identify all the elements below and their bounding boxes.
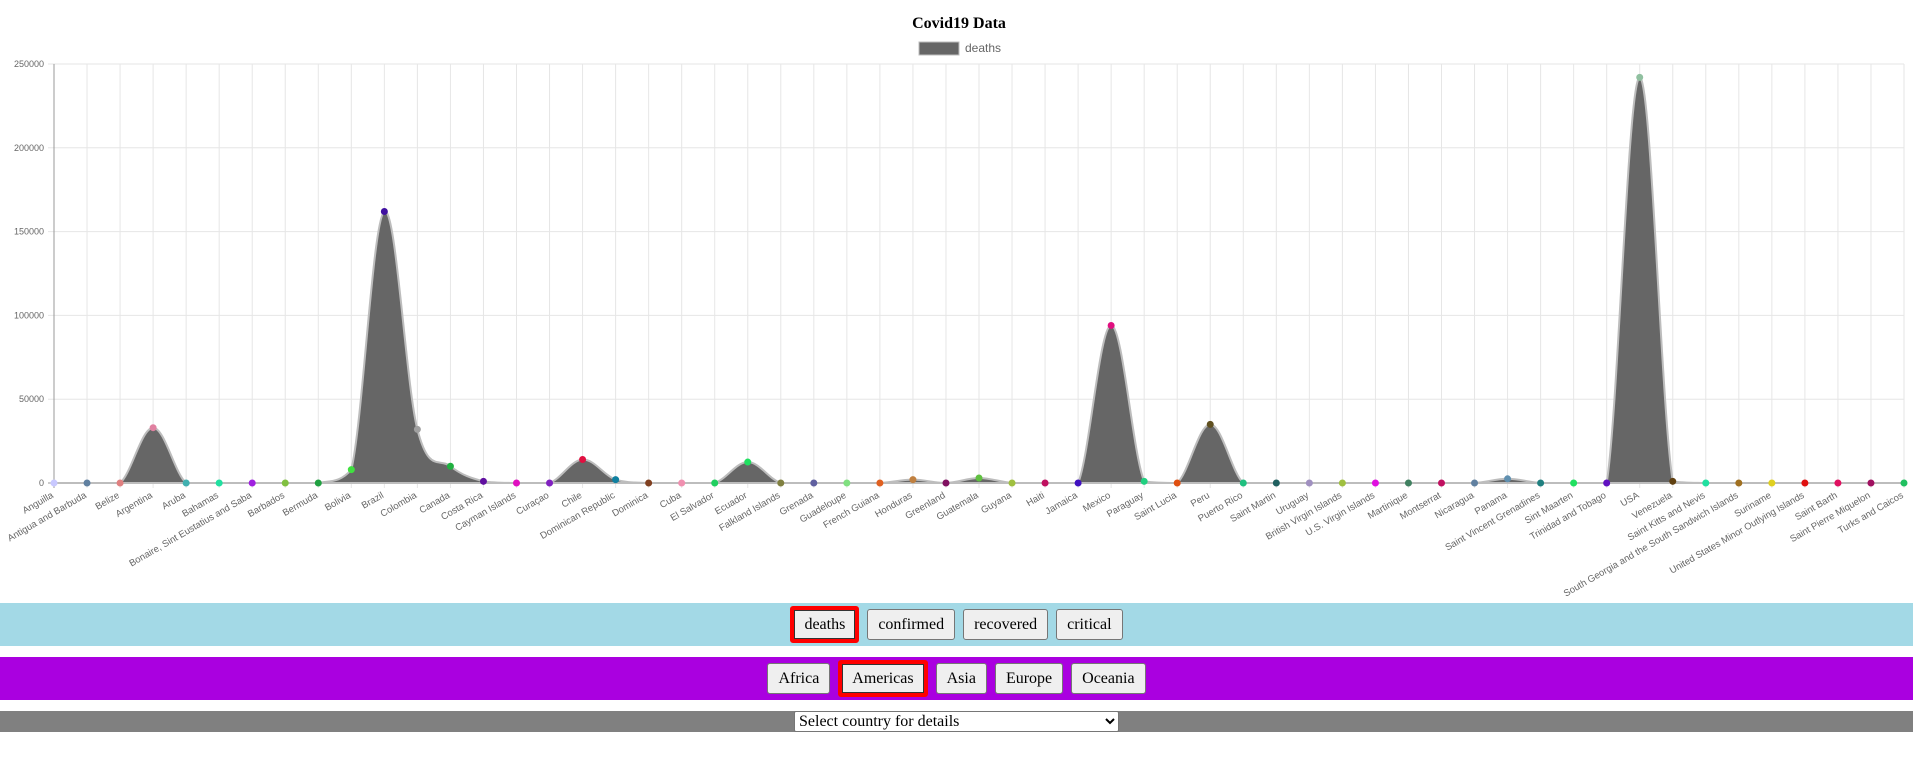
data-point[interactable]	[1404, 479, 1412, 487]
chart-title: Covid19 Data	[912, 15, 1006, 32]
data-point[interactable]	[876, 479, 884, 487]
metric-button-confirmed[interactable]: confirmed	[867, 609, 956, 640]
y-tick-label: 150000	[14, 227, 44, 237]
data-point[interactable]	[612, 476, 620, 484]
y-tick-label: 0	[39, 478, 44, 488]
data-point[interactable]	[248, 479, 256, 487]
data-point[interactable]	[1570, 479, 1578, 487]
data-point[interactable]	[1206, 420, 1214, 428]
data-point[interactable]	[215, 479, 223, 487]
data-point[interactable]	[1338, 479, 1346, 487]
covid-chart: 0 50000 100000 150000 200000 250000 AnguillaA…	[6, 15, 1908, 600]
y-tick-label: 100000	[14, 310, 44, 320]
data-point[interactable]	[909, 476, 917, 484]
data-point[interactable]	[182, 479, 190, 487]
data-point[interactable]	[281, 479, 289, 487]
data-point[interactable]	[1074, 479, 1082, 487]
data-point[interactable]	[843, 479, 851, 487]
data-point[interactable]	[149, 424, 157, 432]
x-tick-label: Barbados	[246, 490, 287, 520]
y-tick-label: 250000	[14, 59, 44, 69]
legend-label-deaths[interactable]: deaths	[965, 41, 1001, 55]
y-axis-ticks: 0 50000 100000 150000 200000 250000	[14, 59, 44, 488]
data-point[interactable]	[645, 479, 653, 487]
legend-swatch-deaths[interactable]	[918, 41, 960, 56]
data-point[interactable]	[413, 425, 421, 433]
data-point[interactable]	[546, 479, 554, 487]
data-point[interactable]	[744, 458, 752, 466]
data-point[interactable]	[116, 479, 124, 487]
data-point[interactable]	[579, 456, 587, 464]
data-point[interactable]	[50, 479, 58, 487]
data-point[interactable]	[1867, 479, 1875, 487]
data-point[interactable]	[810, 479, 818, 487]
data-point[interactable]	[314, 479, 322, 487]
x-tick-label: Colombia	[379, 490, 420, 520]
data-point[interactable]	[1173, 479, 1181, 487]
data-point[interactable]	[347, 466, 355, 474]
metric-button-deaths[interactable]: deaths	[790, 606, 860, 643]
region-button-europe[interactable]: Europe	[994, 663, 1064, 694]
x-tick-label: Dominica	[610, 490, 650, 520]
data-point[interactable]	[1008, 479, 1016, 487]
data-point[interactable]	[1438, 479, 1445, 487]
data-point[interactable]	[1107, 321, 1115, 329]
data-point[interactable]	[1735, 479, 1743, 487]
data-point[interactable]	[1041, 479, 1049, 487]
data-point[interactable]	[975, 474, 983, 482]
data-point[interactable]	[1669, 477, 1677, 485]
data-point[interactable]	[1702, 479, 1710, 487]
data-point[interactable]	[777, 479, 785, 487]
x-tick-label: Jamaica	[1043, 490, 1080, 518]
data-point[interactable]	[1603, 479, 1611, 487]
metric-button-bar: deaths confirmed recovered critical	[0, 603, 1913, 646]
data-point[interactable]	[942, 479, 950, 487]
data-point[interactable]	[513, 479, 520, 487]
x-tick-label: Guyana	[979, 490, 1014, 517]
country-select-bar: Select country for details	[0, 711, 1913, 732]
metric-button-recovered[interactable]: recovered	[963, 609, 1049, 640]
data-point[interactable]	[1140, 477, 1148, 485]
x-tick-label: Bermuda	[281, 490, 321, 519]
x-tick-label: Peru	[1189, 490, 1212, 510]
metric-button-critical[interactable]: critical	[1056, 609, 1123, 640]
data-point[interactable]	[1239, 479, 1247, 487]
region-button-americas[interactable]: Americas	[838, 660, 928, 697]
data-point[interactable]	[1834, 479, 1842, 487]
data-point[interactable]	[1371, 479, 1379, 487]
x-axis-ticks: AnguillaAntigua and Barbuda BelizeArgenti…	[6, 490, 1906, 600]
data-point[interactable]	[380, 207, 388, 215]
region-button-asia[interactable]: Asia	[935, 663, 987, 694]
data-point[interactable]	[1768, 479, 1776, 487]
data-point[interactable]	[446, 462, 454, 470]
y-tick-label: 200000	[14, 143, 44, 153]
data-point[interactable]	[711, 479, 719, 487]
data-point[interactable]	[1636, 73, 1644, 81]
country-select[interactable]: Select country for details	[794, 711, 1119, 732]
x-tick-label: USA	[1619, 490, 1642, 510]
region-button-africa[interactable]: Africa	[767, 663, 831, 694]
data-point[interactable]	[1801, 479, 1809, 487]
data-point[interactable]	[678, 479, 686, 487]
data-point[interactable]	[479, 477, 487, 485]
region-button-bar: Africa Americas Asia Europe Oceania	[0, 657, 1913, 700]
x-tick-label: Haiti	[1025, 490, 1047, 509]
data-point[interactable]	[1305, 479, 1313, 487]
data-point[interactable]	[83, 479, 91, 487]
data-point[interactable]	[1537, 479, 1545, 487]
x-tick-label: Curaçao	[514, 490, 551, 517]
region-button-oceania[interactable]: Oceania	[1071, 663, 1146, 694]
data-point[interactable]	[1900, 479, 1908, 487]
data-point[interactable]	[1504, 475, 1512, 483]
data-point[interactable]	[1471, 479, 1479, 487]
x-tick-label: Bolivia	[323, 490, 353, 514]
x-tick-label: Argentina	[114, 490, 155, 520]
data-point[interactable]	[1272, 479, 1280, 487]
y-tick-label: 50000	[19, 394, 44, 404]
